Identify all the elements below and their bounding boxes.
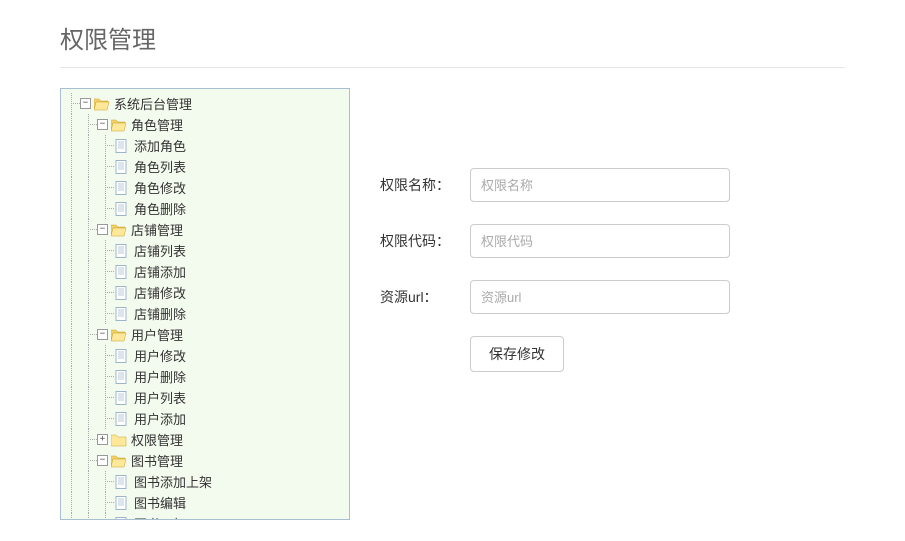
tree-folder-node[interactable]: − 店铺管理 [63, 219, 347, 240]
tree-leaf-node[interactable]: 角色修改 [63, 177, 347, 198]
code-input[interactable] [470, 224, 730, 258]
url-input[interactable] [470, 280, 730, 314]
name-label: 权限名称： [380, 175, 470, 195]
tree-node-label[interactable]: 用户管理 [131, 325, 183, 344]
tree-folder-node[interactable]: − 图书管理 [63, 450, 347, 471]
tree-folder-node[interactable]: − 用户管理 [63, 324, 347, 345]
tree-leaf-node[interactable]: 店铺修改 [63, 282, 347, 303]
tree-node-label[interactable]: 图书添加上架 [134, 472, 212, 491]
file-icon [114, 391, 130, 405]
folder-open-icon [111, 454, 127, 468]
file-icon [114, 139, 130, 153]
permission-tree-panel: −系统后台管理−角色管理添加角色角色列表角色修改角色删除−店铺管理店铺列表店铺添… [60, 88, 350, 520]
tree-leaf-node[interactable]: 添加角色 [63, 135, 347, 156]
tree-node-label[interactable]: 用户删除 [134, 367, 186, 386]
file-icon [114, 202, 130, 216]
collapse-icon[interactable]: − [80, 98, 91, 109]
folder-open-icon [111, 118, 127, 132]
tree-leaf-node[interactable]: 用户列表 [63, 387, 347, 408]
folder-open-icon [94, 97, 110, 111]
folder-icon [111, 433, 127, 447]
page-title: 权限管理 [60, 20, 845, 68]
file-icon [114, 307, 130, 321]
tree-node-label[interactable]: 角色删除 [134, 199, 186, 218]
tree-node-label[interactable]: 角色修改 [134, 178, 186, 197]
tree-node-label[interactable]: 店铺修改 [134, 283, 186, 302]
file-icon [114, 475, 130, 489]
file-icon [114, 160, 130, 174]
tree-node-label[interactable]: 权限管理 [131, 430, 183, 449]
tree-leaf-node[interactable]: 图书下架 [63, 513, 347, 519]
tree-node-label[interactable]: 用户添加 [134, 409, 186, 428]
file-icon [114, 370, 130, 384]
permission-form: 权限名称： 权限代码： 资源url： 保存修改 [380, 88, 845, 520]
collapse-icon[interactable]: − [97, 119, 108, 130]
tree-leaf-node[interactable]: 用户删除 [63, 366, 347, 387]
folder-open-icon [111, 223, 127, 237]
tree-node-label[interactable]: 店铺列表 [134, 241, 186, 260]
tree-leaf-node[interactable]: 店铺列表 [63, 240, 347, 261]
tree-node-label[interactable]: 系统后台管理 [114, 94, 192, 113]
expand-icon[interactable]: + [97, 434, 108, 445]
code-label: 权限代码： [380, 231, 470, 251]
file-icon [114, 181, 130, 195]
collapse-icon[interactable]: − [97, 329, 108, 340]
tree-leaf-node[interactable]: 用户添加 [63, 408, 347, 429]
tree-leaf-node[interactable]: 角色删除 [63, 198, 347, 219]
tree-node-label[interactable]: 图书下架 [134, 514, 186, 519]
tree-node-label[interactable]: 店铺添加 [134, 262, 186, 281]
tree-node-label[interactable]: 角色管理 [131, 115, 183, 134]
tree-node-label[interactable]: 添加角色 [134, 136, 186, 155]
file-icon [114, 286, 130, 300]
tree-leaf-node[interactable]: 角色列表 [63, 156, 347, 177]
file-icon [114, 265, 130, 279]
file-icon [114, 517, 130, 520]
tree-node-label[interactable]: 图书编辑 [134, 493, 186, 512]
tree-node-label[interactable]: 用户修改 [134, 346, 186, 365]
tree-scroll[interactable]: −系统后台管理−角色管理添加角色角色列表角色修改角色删除−店铺管理店铺列表店铺添… [61, 89, 349, 519]
tree-leaf-node[interactable]: 图书编辑 [63, 492, 347, 513]
file-icon [114, 412, 130, 426]
folder-open-icon [111, 328, 127, 342]
tree-folder-node[interactable]: − 角色管理 [63, 114, 347, 135]
file-icon [114, 496, 130, 510]
tree-leaf-node[interactable]: 店铺删除 [63, 303, 347, 324]
file-icon [114, 244, 130, 258]
tree-leaf-node[interactable]: 图书添加上架 [63, 471, 347, 492]
tree-folder-node[interactable]: + 权限管理 [63, 429, 347, 450]
name-input[interactable] [470, 168, 730, 202]
tree-node-label[interactable]: 角色列表 [134, 157, 186, 176]
tree-node-label[interactable]: 店铺管理 [131, 220, 183, 239]
tree-node-label[interactable]: 店铺删除 [134, 304, 186, 323]
file-icon [114, 349, 130, 363]
tree-leaf-node[interactable]: 用户修改 [63, 345, 347, 366]
collapse-icon[interactable]: − [97, 224, 108, 235]
tree-node-label[interactable]: 用户列表 [134, 388, 186, 407]
tree-node-label[interactable]: 图书管理 [131, 451, 183, 470]
url-label: 资源url： [380, 287, 470, 307]
save-button[interactable]: 保存修改 [470, 336, 564, 372]
tree-folder-node[interactable]: − 系统后台管理 [63, 93, 347, 114]
tree-leaf-node[interactable]: 店铺添加 [63, 261, 347, 282]
collapse-icon[interactable]: − [97, 455, 108, 466]
